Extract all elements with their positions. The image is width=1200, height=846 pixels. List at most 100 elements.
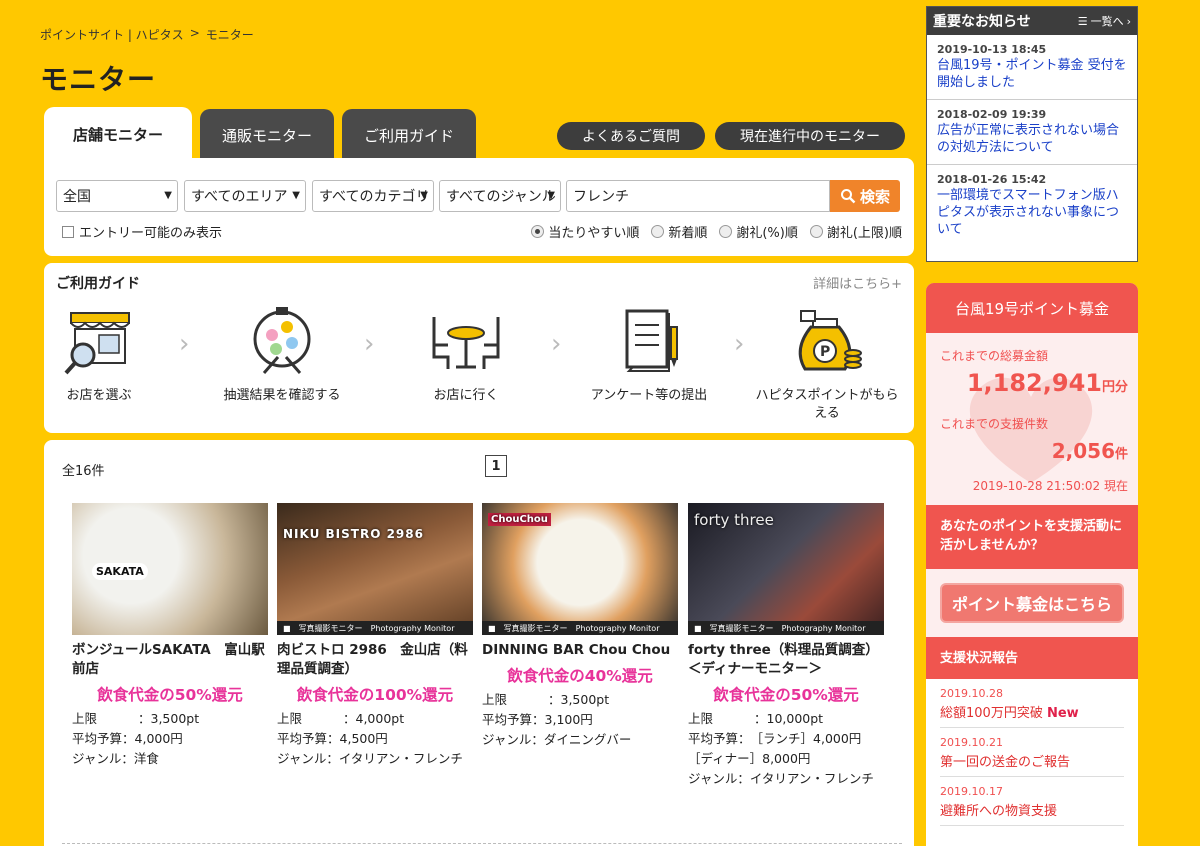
radio-dot[interactable] [719,225,733,238]
report-link[interactable]: 総額100万円突破 New [940,702,1124,721]
shop-name[interactable]: 肉ビストロ 2986 金山店（料理品質調査） [277,641,473,679]
radio-dot[interactable] [531,225,545,238]
entry-only-label: エントリー可能のみ表示 [79,226,223,241]
report-link[interactable]: 第一回の送金のご報告 [940,751,1124,770]
list-icon: ☰ [1077,14,1088,28]
sort-radio-reward-limit[interactable]: 謝礼(上限)順 [809,222,902,241]
results-panel: 全16件 1 SAKATA ボンジュールSAKATA 富山駅前店 飲食代金の50… [44,440,914,846]
breadcrumb-current: モニター [205,28,254,42]
breadcrumb-separator: > [189,26,200,40]
support-report-title: 支援状況報告 [926,637,1138,679]
limit-value: ：4,000pt [343,711,405,726]
donation-stats: これまでの総募金額 1,182,941円分 これまでの支援件数 2,056件 2… [926,333,1138,505]
radio-dot[interactable] [651,225,665,238]
radio-dot[interactable] [809,225,823,238]
notice-item[interactable]: 2018-02-09 19:39 広告が正常に表示されない場合の対処方法について [927,100,1137,165]
monitor-card[interactable]: ChouChou ■ 写真撮影モニター Photography Monitor DI… [482,503,678,750]
pagination-page-1[interactable]: 1 [485,455,507,477]
monitor-card[interactable]: NIKU BISTRO 2986 ■ 写真撮影モニター Photography Mo… [277,503,473,769]
shop-photo-logo: SAKATA [92,563,148,580]
keyword-input[interactable]: フレンチ [566,180,830,212]
limit-value: ：3,500pt [138,711,200,726]
support-count: 2,056件 [1052,439,1128,463]
notice-link[interactable]: 広告が正常に表示されない場合の対処方法について [937,122,1127,156]
chevron-right-icon: › [179,329,190,359]
category-select[interactable]: すべてのカテゴリ ▼ [312,180,434,212]
report-link[interactable]: 避難所への物資支援 [940,800,1124,819]
shop-photo[interactable]: SAKATA [72,503,268,635]
budget-value: 4,500円 [339,731,388,746]
chevron-down-icon: ▼ [292,190,300,201]
support-count-label: これまでの支援件数 [940,417,1049,431]
shop-search-icon [64,312,130,375]
report-item[interactable]: 2019.10.17 避難所への物資支援 [940,777,1124,826]
reward-rate: 飲食代金の50%還元 [97,686,243,704]
svg-text:P: P [820,344,830,360]
photo-monitor-band: ■ 写真撮影モニター Photography Monitor [482,621,678,635]
area-select[interactable]: すべてのエリア ▼ [184,180,306,212]
monitor-tabs: 店舗モニター 通販モニター ご利用ガイド [44,107,476,161]
total-amount: 1,182,941円分 [967,369,1128,397]
budget-label: 平均予算： [72,731,135,746]
notice-item[interactable]: 2018-01-26 15:42 一部環境でスマートフォン版ハピタスが表示されな… [927,165,1137,246]
guide-step-label: お店に行く [433,388,499,403]
shop-photo[interactable]: NIKU BISTRO 2986 ■ 写真撮影モニター Photography Mo… [277,503,473,635]
shop-name[interactable]: DINNING BAR Chou Chou [482,641,678,660]
total-amount-unit: 円分 [1101,380,1128,395]
monitor-card[interactable]: forty three ■ 写真撮影モニター Photography Monitor… [688,503,884,789]
sort-radio-newest[interactable]: 新着順 [651,222,707,241]
tab-usage-guide[interactable]: ご利用ガイド [342,109,476,161]
guide-step-get-points: P ハピタスポイントがもらえる [752,305,902,423]
faq-button[interactable]: よくあるご質問 [557,122,705,150]
genre-select[interactable]: すべてのジャンル ▼ [439,180,561,212]
notice-item[interactable]: 2019-10-13 18:45 台風19号・ポイント募金 受付を開始しました [927,35,1137,100]
chevron-right-icon: › [364,329,375,359]
sort-radio-likely[interactable]: 当たりやすい順 [531,222,639,241]
shop-name[interactable]: forty three（料理品質調査）＜ディナーモニター＞ [688,641,884,679]
tab-mail-order-monitor[interactable]: 通販モニター [200,109,334,161]
survey-icon [625,309,678,372]
breadcrumb-home-link[interactable]: ポイントサイト | ハピタス [40,26,184,43]
monitor-card[interactable]: SAKATA ボンジュールSAKATA 富山駅前店 飲食代金の50%還元 上限 ：… [72,503,268,769]
report-item[interactable]: 2019.10.28 総額100万円突破 New [940,679,1124,728]
photo-band-en: Photography Monitor [370,623,455,633]
guide-details-link[interactable]: 詳細はこちら+ [813,273,902,292]
notice-link[interactable]: 台風19号・ポイント募金 受付を開始しました [937,57,1127,91]
current-monitors-button[interactable]: 現在進行中のモニター [715,122,905,150]
shop-photo[interactable]: forty three ■ 写真撮影モニター Photography Monitor [688,503,884,635]
breadcrumb: ポイントサイト | ハピタス > モニター [40,26,254,43]
guide-step-check-lottery: 抽選結果を確認する [207,305,357,405]
entry-only-checkbox[interactable]: エントリー可能のみ表示 [62,222,222,241]
tab-shop-monitor[interactable]: 店舗モニター [44,107,192,161]
notices-header: 重要なお知らせ ☰ 一覧へ › [927,7,1137,35]
donation-box: 台風19号ポイント募金 これまでの総募金額 1,182,941円分 これまでの支… [926,283,1138,846]
report-date: 2019.10.21 [940,736,1003,749]
reward-rate: 飲食代金の50%還元 [713,686,859,704]
photo-band-jp: 写真撮影モニター [709,623,774,633]
search-panel: 全国 ▼ すべてのエリア ▼ すべてのカテゴリ ▼ すべてのジャンル ▼ フレンチ 検索… [44,158,914,256]
checkbox-box[interactable] [62,225,74,238]
result-count: 全16件 [62,464,105,479]
point-donation-button[interactable]: ポイント募金はこちら [940,583,1124,623]
sort-label: 謝礼(%)順 [736,226,798,241]
shop-photo[interactable]: ChouChou ■ 写真撮影モニター Photography Monitor [482,503,678,635]
search-button[interactable]: 検索 [830,180,900,212]
shop-photo-logo: ChouChou [488,513,551,526]
notice-date: 2019-10-13 18:45 [937,43,1047,56]
guide-step-label: ハピタスポイントがもらえる [755,388,899,421]
photo-band-en: Photography Monitor [781,623,866,633]
support-report-list: 2019.10.28 総額100万円突破 New 2019.10.21 第一回の… [926,679,1138,826]
shop-name[interactable]: ボンジュールSAKATA 富山駅前店 [72,641,268,679]
limit-label: 上限 [688,711,714,726]
report-item[interactable]: 2019.10.21 第一回の送金のご報告 [940,728,1124,777]
donation-cta-text: あなたのポイントを支援活動に活かしませんか？ [926,505,1138,569]
region-select[interactable]: 全国 ▼ [56,180,178,212]
sort-radio-reward-percent[interactable]: 謝礼(%)順 [719,222,798,241]
notice-link[interactable]: 一部環境でスマートフォン版ハピタスが表示されない事象について [937,187,1127,238]
genre-value: 洋食 [133,751,159,766]
sort-label: 新着順 [668,226,708,241]
chevron-down-icon: ▼ [547,190,555,201]
shop-photo-logo: NIKU BISTRO 2986 [283,527,424,541]
chevron-right-icon: › [734,329,745,359]
notices-all-link[interactable]: ☰ 一覧へ › [1078,13,1131,29]
